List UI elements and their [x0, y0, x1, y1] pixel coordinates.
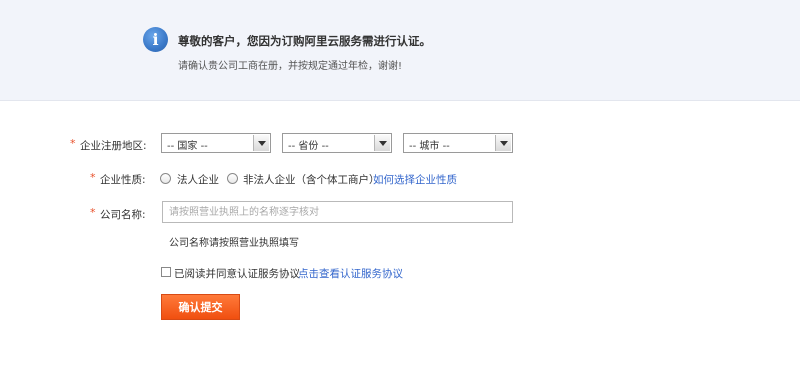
company-name-hint: 公司名称请按照营业执照填写 [169, 238, 299, 249]
submit-button[interactable]: 确认提交 [161, 294, 240, 320]
province-select-value: -- 省份 -- [288, 141, 329, 152]
city-select[interactable]: -- 城市 -- [403, 133, 513, 153]
agreement-link[interactable]: 点击查看认证服务协议 [298, 266, 403, 281]
region-label: 企业注册地区: [80, 140, 147, 152]
country-select-value: -- 国家 -- [167, 141, 208, 152]
legal-entity-radio[interactable] [160, 173, 171, 184]
required-mark: * [70, 137, 76, 150]
notice-title: 尊敬的客户，您因为订购阿里云服务需进行认证。 [178, 34, 431, 48]
chevron-down-icon [253, 135, 269, 151]
required-mark: * [90, 171, 96, 184]
legal-entity-option-label[interactable]: 法人企业 [177, 172, 219, 187]
non-legal-entity-option-label[interactable]: 非法人企业（含个体工商户） [243, 172, 380, 187]
agreement-label[interactable]: 已阅读并同意认证服务协议 [174, 266, 300, 281]
province-select[interactable]: -- 省份 -- [282, 133, 392, 153]
nature-label: 企业性质: [100, 174, 146, 186]
company-name-input[interactable] [162, 201, 513, 223]
notice-subtitle: 请确认贵公司工商在册，并按规定通过年检，谢谢! [178, 61, 403, 72]
chevron-down-icon [495, 135, 511, 151]
notice-banner: i 尊敬的客户，您因为订购阿里云服务需进行认证。 请确认贵公司工商在册，并按规定… [0, 0, 800, 101]
chevron-down-icon [374, 135, 390, 151]
non-legal-entity-radio[interactable] [227, 173, 238, 184]
info-icon: i [143, 27, 168, 52]
city-select-value: -- 城市 -- [409, 141, 450, 152]
agreement-checkbox[interactable] [161, 267, 171, 277]
company-name-label: 公司名称: [100, 209, 146, 221]
country-select[interactable]: -- 国家 -- [161, 133, 271, 153]
nature-help-link[interactable]: 如何选择企业性质 [373, 172, 457, 187]
required-mark: * [90, 206, 96, 219]
